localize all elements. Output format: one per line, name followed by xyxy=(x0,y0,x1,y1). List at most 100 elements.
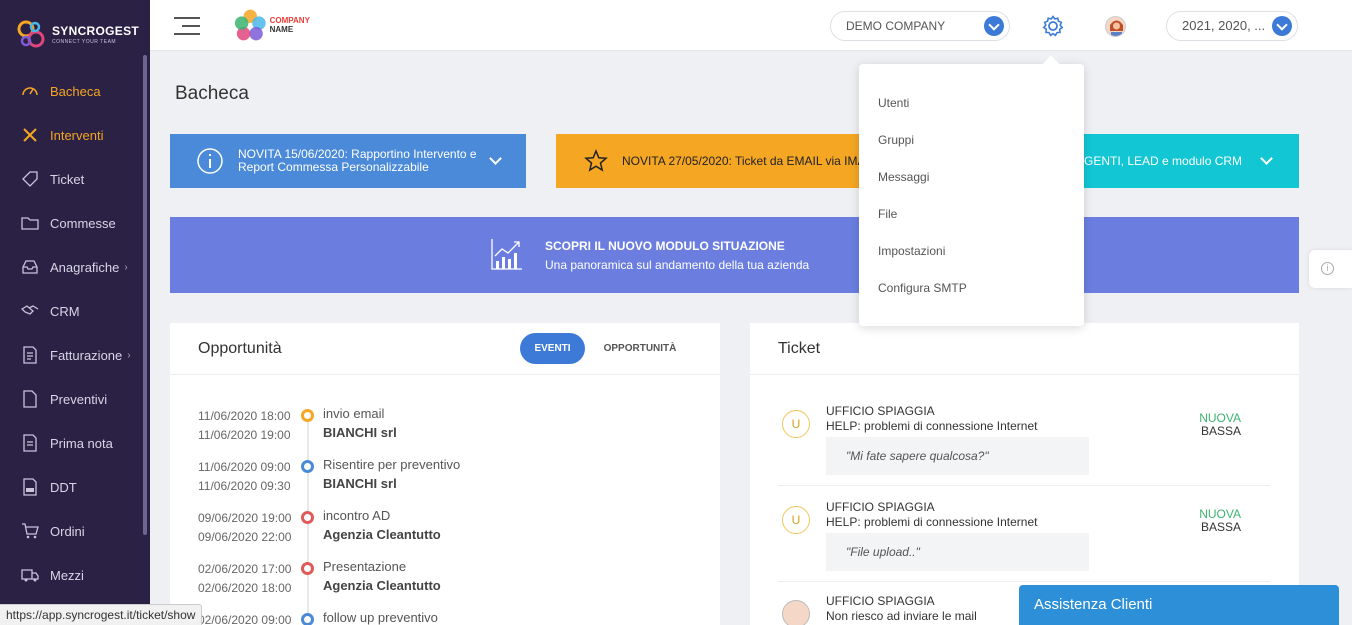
ticket-last-message: "Mi fate sapere qualcosa?" xyxy=(826,437,1089,475)
brand-logo[interactable]: SYNCROGEST CONNECT YOUR TEAM xyxy=(16,18,139,50)
sidebar-scrollbar[interactable] xyxy=(143,55,147,535)
banner-text: NOVITA 15/06/2020: Rapportino Intervento… xyxy=(238,147,477,174)
sidebar-item-label: Anagrafiche xyxy=(50,259,120,275)
brand-tagline: CONNECT YOUR TEAM xyxy=(52,38,117,45)
ticket-avatar xyxy=(782,600,810,625)
ticket-card: Ticket U UFFICIO SPIAGGIA HELP: problemi… xyxy=(750,323,1299,625)
event-title: incontro AD xyxy=(323,508,391,523)
sidebar-item-ticket[interactable]: Ticket xyxy=(0,157,143,201)
topbar: COMPANY NAME DEMO COMPANY 2021, 2020, ..… xyxy=(150,0,1352,51)
card-title: Ticket xyxy=(778,340,821,357)
sidebar-item-label: DDT xyxy=(50,479,77,495)
chevron-right-icon: › xyxy=(124,261,128,273)
sidebar-item-ddt[interactable]: DDT xyxy=(0,465,143,509)
timeline-dot xyxy=(301,511,314,524)
event-title: Presentazione xyxy=(323,559,407,574)
ticket-priority: BASSA xyxy=(1200,520,1241,534)
sidebar-item-label: Interventi xyxy=(50,127,104,143)
sidebar-item-label: Bacheca xyxy=(50,83,101,99)
sidebar-item-label: Fatturazione xyxy=(50,347,123,363)
sidebar-item-label: Mezzi xyxy=(50,567,84,583)
ticket-priority: BASSA xyxy=(1200,424,1241,438)
sidebar-item-commesse[interactable]: Commesse xyxy=(0,201,143,245)
promo-situazione[interactable]: SCOPRI IL NUOVO MODULO SITUAZIONE Una pa… xyxy=(170,217,1299,293)
info-icon xyxy=(197,148,223,174)
sidebar-item-prima-nota[interactable]: Prima nota xyxy=(0,421,143,465)
chevron-right-icon: › xyxy=(127,349,131,361)
news-banner-crm[interactable]: AGENTI, LEAD e modulo CRM xyxy=(1060,134,1299,188)
wrench-icon xyxy=(20,125,40,145)
event-title: Risentire per preventivo xyxy=(323,457,461,472)
sidebar-item-preventivi[interactable]: Preventivi xyxy=(0,377,143,421)
sidebar-item-fatturazione[interactable]: Fatturazione › xyxy=(0,333,143,377)
event-start-date: 11/06/2020 09:00 xyxy=(198,460,291,474)
news-banner-ticket-email[interactable]: NOVITA 27/05/2020: Ticket da EMAIL via I… xyxy=(556,134,860,188)
ticket-badge: U xyxy=(782,410,810,438)
ticket-org: UFFICIO SPIAGGIA xyxy=(826,500,935,514)
ticket-status: NUOVA xyxy=(1199,411,1241,425)
sidebar-item-ordini[interactable]: Ordini xyxy=(0,509,143,553)
sidebar-item-label: Ordini xyxy=(50,523,85,539)
info-icon: i xyxy=(1321,262,1334,275)
gear-icon[interactable] xyxy=(1042,15,1064,37)
sidebar-item-label: Preventivi xyxy=(50,391,108,407)
company-logo-line1: COMPANY xyxy=(269,16,310,25)
year-select-value: 2021, 2020, ... xyxy=(1182,18,1266,33)
chevron-down-icon xyxy=(1272,16,1292,36)
sidebar-item-bacheca[interactable]: Bacheca xyxy=(0,69,143,113)
card-title: Opportunità xyxy=(198,340,282,357)
ticket-org: UFFICIO SPIAGGIA xyxy=(826,404,935,418)
handshake-icon xyxy=(20,301,40,321)
list-item[interactable]: 09/06/2020 19:00 09/06/2020 22:00 incont… xyxy=(170,477,720,544)
brand-name: SYNCROGEST xyxy=(52,23,140,38)
event-start-date: 02/06/2020 09:00 xyxy=(198,613,292,625)
star-icon xyxy=(584,149,608,172)
sidebar-item-interventi[interactable]: Interventi xyxy=(0,113,143,157)
ddt-icon xyxy=(20,477,40,497)
list-item[interactable]: 11/06/2020 18:00 11/06/2020 19:00 invio … xyxy=(170,375,720,442)
timeline-dot xyxy=(301,460,314,473)
user-avatar[interactable] xyxy=(1105,16,1126,37)
company-select[interactable]: DEMO COMPANY xyxy=(830,11,1010,41)
sidebar-item-label: CRM xyxy=(50,303,80,319)
ticket-title: HELP: problemi di connessione Internet xyxy=(826,515,1038,529)
year-select[interactable]: 2021, 2020, ... xyxy=(1166,11,1298,41)
syncrogest-logo-icon xyxy=(17,20,45,48)
list-item[interactable]: 11/06/2020 09:00 11/06/2020 09:30 Risent… xyxy=(170,426,720,493)
menu-toggle-icon[interactable] xyxy=(174,17,200,35)
banner-text: NOVITA 27/05/2020: Ticket da EMAIL via I… xyxy=(622,153,860,168)
help-side-tab[interactable]: i xyxy=(1309,250,1352,288)
menu-item-utenti[interactable]: Utenti xyxy=(878,96,909,110)
menu-item-impostazioni[interactable]: Impostazioni xyxy=(878,244,945,258)
invoice-icon xyxy=(20,345,40,365)
timeline-dot xyxy=(301,562,314,575)
tab-opportunita[interactable]: OPPORTUNITÀ xyxy=(595,333,685,364)
tag-icon xyxy=(20,169,40,189)
sidebar-item-anagrafiche[interactable]: Anagrafiche › xyxy=(0,245,143,289)
status-bar-url: https://app.syncrogest.it/ticket/show xyxy=(0,604,203,625)
sidebar-item-mezzi[interactable]: Mezzi xyxy=(0,553,143,597)
note-icon xyxy=(20,433,40,453)
tab-eventi[interactable]: EVENTI xyxy=(520,333,585,364)
folder-icon xyxy=(20,213,40,233)
sidebar-item-crm[interactable]: CRM xyxy=(0,289,143,333)
news-banner-rapportino[interactable]: NOVITA 15/06/2020: Rapportino Intervento… xyxy=(170,134,526,188)
sidebar: SYNCROGEST CONNECT YOUR TEAM Bacheca Int… xyxy=(0,0,150,625)
chevron-down-icon[interactable] xyxy=(1260,152,1273,165)
menu-item-configura-smtp[interactable]: Configura SMTP xyxy=(878,281,967,295)
event-title: follow up preventivo xyxy=(323,610,438,625)
customer-assistance-chat[interactable]: Assistenza Clienti xyxy=(1019,585,1339,625)
list-item[interactable]: 02/06/2020 09:00 follow up preventivo xyxy=(170,579,720,625)
opportunita-card: Opportunità EVENTI OPPORTUNITÀ 11/06/202… xyxy=(170,323,720,625)
inbox-icon xyxy=(20,257,40,277)
sidebar-item-label: Prima nota xyxy=(50,435,113,451)
gauge-icon xyxy=(20,81,40,101)
menu-item-messaggi[interactable]: Messaggi xyxy=(878,170,929,184)
event-start-date: 02/06/2020 17:00 xyxy=(198,562,292,576)
chevron-down-icon[interactable] xyxy=(489,152,502,165)
menu-item-gruppi[interactable]: Gruppi xyxy=(878,133,914,147)
list-item[interactable]: 02/06/2020 17:00 02/06/2020 18:00 Presen… xyxy=(170,528,720,595)
menu-item-file[interactable]: File xyxy=(878,207,897,221)
page-title: Bacheca xyxy=(175,83,249,104)
chevron-down-icon xyxy=(984,16,1004,36)
